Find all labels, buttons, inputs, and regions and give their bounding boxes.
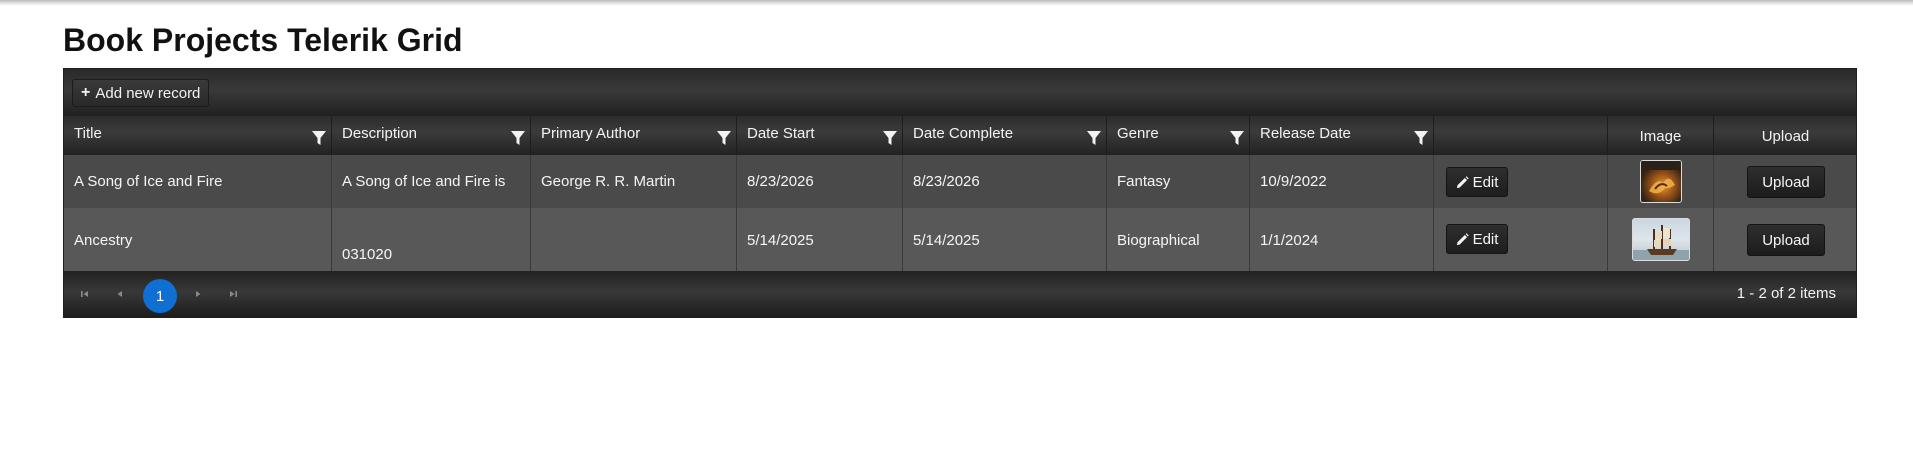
edit-label: Edit — [1472, 173, 1499, 191]
book-cover-thumbnail[interactable] — [1640, 160, 1682, 203]
cell-upload: Upload — [1713, 155, 1856, 208]
first-page-icon — [81, 291, 88, 297]
upload-button[interactable]: Upload — [1747, 166, 1825, 198]
cell-date-start: 8/23/2026 — [736, 155, 902, 208]
cell-text: Fantasy — [1117, 173, 1171, 190]
table-row[interactable]: A Song of Ice and Fire A Song of Ice and… — [64, 155, 1856, 208]
table-row[interactable]: Ancestry 031020 5/14/2025 5/14/2025 Biog… — [64, 208, 1856, 271]
cell-primary-author: George R. R. Martin — [530, 155, 736, 208]
grid-header: Title Description Primary Author Date St… — [64, 116, 1856, 155]
cell-text: Biographical — [1117, 232, 1200, 249]
cell-text: 5/14/2025 — [747, 232, 814, 249]
cell-text: 1/1/2024 — [1260, 232, 1319, 249]
grid-pager: 1 1 - 2 of 2 items — [64, 271, 1856, 317]
cell-text: 8/23/2026 — [747, 173, 814, 190]
cell-title: A Song of Ice and Fire — [64, 155, 331, 208]
column-header-label: Description — [342, 125, 418, 142]
cell-text: 5/14/2025 — [913, 232, 980, 249]
cell-text: Ancestry — [74, 232, 133, 249]
column-header-label: Release Date — [1260, 125, 1351, 142]
cell-image — [1607, 155, 1713, 208]
grid-toolbar: + Add new record — [64, 69, 1856, 116]
edit-label: Edit — [1472, 230, 1499, 248]
add-new-record-button[interactable]: + Add new record — [72, 79, 210, 107]
last-page-icon — [230, 291, 237, 297]
cell-release-date: 10/9/2022 — [1249, 155, 1433, 208]
cell-genre: Biographical — [1106, 208, 1249, 271]
edit-button[interactable]: Edit — [1446, 224, 1508, 254]
add-new-record-label: Add new record — [95, 84, 201, 102]
pager-info: 1 - 2 of 2 items — [1736, 285, 1836, 302]
next-page-button[interactable] — [184, 280, 212, 308]
column-header-label: Date Start — [747, 125, 815, 142]
dragon-cover-image — [1641, 161, 1681, 194]
cell-text: 10/9/2022 — [1260, 173, 1327, 190]
cell-commands: Edit — [1433, 155, 1607, 208]
column-header-label: Image — [1639, 128, 1682, 145]
column-header-image: Image — [1607, 116, 1713, 155]
column-header-label: Title — [74, 125, 102, 142]
ship-image — [1633, 225, 1689, 260]
pencil-icon — [1456, 232, 1469, 245]
page-title: Book Projects Telerik Grid — [63, 22, 463, 58]
column-header-date-start[interactable]: Date Start — [736, 116, 902, 155]
filter-icon[interactable] — [717, 130, 731, 146]
column-header-label: Genre — [1117, 125, 1159, 142]
filter-icon[interactable] — [511, 130, 525, 146]
chevron-right-icon — [196, 291, 201, 297]
cell-text: George R. R. Martin — [541, 173, 676, 190]
pencil-icon — [1456, 175, 1469, 188]
page-number-current[interactable]: 1 — [143, 279, 177, 313]
cell-date-complete: 5/14/2025 — [902, 208, 1106, 271]
filter-icon[interactable] — [312, 130, 326, 146]
column-header-description[interactable]: Description — [331, 116, 530, 155]
column-header-label: Upload — [1761, 128, 1810, 145]
cell-primary-author — [530, 208, 736, 271]
filter-icon[interactable] — [1414, 130, 1428, 146]
cell-image — [1607, 208, 1713, 271]
book-projects-grid: + Add new record Title Description Prima… — [63, 68, 1857, 318]
column-header-primary-author[interactable]: Primary Author — [530, 116, 736, 155]
cell-date-start: 5/14/2025 — [736, 208, 902, 271]
previous-page-button[interactable] — [106, 280, 134, 308]
first-page-button[interactable] — [71, 280, 99, 308]
cell-release-date: 1/1/2024 — [1249, 208, 1433, 271]
column-header-title[interactable]: Title — [64, 116, 331, 155]
cell-description: 031020 — [331, 208, 530, 271]
filter-icon[interactable] — [1087, 130, 1101, 146]
cell-text: A Song of Ice and Fire is — [342, 173, 506, 190]
cell-description: A Song of Ice and Fire is — [331, 155, 530, 208]
column-header-commands — [1433, 116, 1607, 155]
filter-icon[interactable] — [883, 130, 897, 146]
top-shadow — [0, 0, 1913, 6]
cell-text: 8/23/2026 — [913, 173, 980, 190]
column-header-genre[interactable]: Genre — [1106, 116, 1249, 155]
upload-button[interactable]: Upload — [1747, 224, 1825, 256]
last-page-button[interactable] — [219, 280, 247, 308]
cell-title: Ancestry — [64, 208, 331, 271]
plus-icon: + — [81, 84, 91, 101]
column-header-label: Date Complete — [913, 125, 1014, 142]
cell-upload: Upload — [1713, 208, 1856, 271]
filter-icon[interactable] — [1230, 130, 1244, 146]
cell-text: 031020 — [342, 246, 393, 263]
chevron-left-icon — [117, 291, 122, 297]
edit-button[interactable]: Edit — [1446, 167, 1508, 197]
column-header-release-date[interactable]: Release Date — [1249, 116, 1433, 155]
column-header-upload: Upload — [1713, 116, 1856, 155]
book-cover-thumbnail[interactable] — [1632, 218, 1690, 261]
cell-commands: Edit — [1433, 208, 1607, 271]
cell-genre: Fantasy — [1106, 155, 1249, 208]
cell-text: A Song of Ice and Fire — [74, 173, 223, 190]
column-header-date-complete[interactable]: Date Complete — [902, 116, 1106, 155]
cell-date-complete: 8/23/2026 — [902, 155, 1106, 208]
column-header-label: Primary Author — [541, 125, 641, 142]
